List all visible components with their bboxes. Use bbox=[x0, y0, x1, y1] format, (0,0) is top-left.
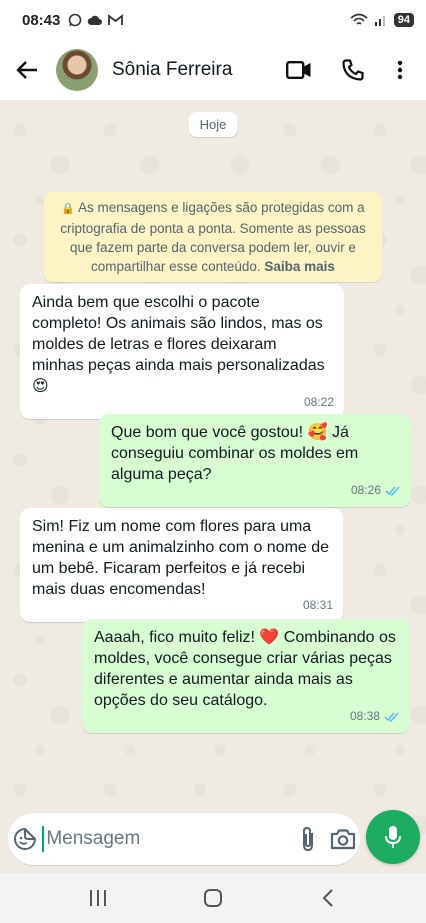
message-text: Aaaah, fico muito feliz! ❤️ Combinando o… bbox=[94, 629, 396, 709]
notification-icons bbox=[68, 13, 124, 27]
paperclip-icon bbox=[303, 826, 314, 852]
camera-icon bbox=[330, 829, 355, 850]
arrow-left-icon bbox=[16, 61, 37, 79]
home-icon bbox=[203, 889, 222, 907]
cloud-icon bbox=[88, 15, 103, 25]
battery-indicator: 94 bbox=[393, 13, 414, 27]
system-back-button[interactable] bbox=[298, 878, 358, 918]
message-time: 08:22 bbox=[303, 395, 334, 409]
message-bubble-outgoing[interactable]: Aaaah, fico muito feliz! ❤️ Combinando o… bbox=[82, 619, 410, 733]
home-button[interactable] bbox=[183, 878, 243, 918]
signal-icon bbox=[374, 16, 385, 26]
message-meta: 08:26 bbox=[351, 480, 401, 501]
message-time: 08:38 bbox=[349, 709, 380, 723]
header-actions bbox=[272, 40, 426, 100]
message-time: 08:26 bbox=[350, 483, 381, 497]
message-text: Sim! Fiz um nome com flores para uma men… bbox=[32, 518, 330, 598]
lock-icon: 🔒 bbox=[61, 203, 75, 215]
message-time: 08:31 bbox=[302, 598, 333, 612]
whatsapp-notification-icon bbox=[69, 13, 82, 27]
message-composer bbox=[8, 813, 360, 865]
chevron-left-icon bbox=[322, 889, 334, 907]
contact-avatar[interactable] bbox=[56, 49, 98, 91]
video-camera-icon bbox=[286, 61, 311, 79]
voice-message-button[interactable] bbox=[366, 810, 420, 864]
contact-name[interactable]: Sônia Ferreira bbox=[112, 59, 232, 81]
read-receipt-icon bbox=[385, 486, 400, 496]
message-meta: 08:38 bbox=[350, 706, 400, 727]
microphone-icon bbox=[385, 826, 401, 848]
recent-apps-icon bbox=[89, 890, 106, 906]
wifi-icon bbox=[350, 13, 368, 25]
status-time: 08:43 bbox=[22, 11, 61, 29]
message-text: Que bom que você gostou! 🥰 Já conseguiu … bbox=[111, 424, 359, 483]
learn-more-link[interactable]: Saiba mais bbox=[264, 259, 335, 274]
voice-call-button[interactable] bbox=[326, 40, 380, 100]
back-button[interactable] bbox=[2, 40, 52, 100]
message-meta: 08:22 bbox=[304, 392, 334, 413]
system-navigation-bar bbox=[0, 873, 426, 923]
more-vertical-icon bbox=[397, 60, 403, 80]
message-input[interactable] bbox=[42, 826, 292, 852]
gmail-icon bbox=[108, 14, 124, 25]
read-receipt-icon bbox=[384, 712, 399, 722]
video-call-button[interactable] bbox=[272, 40, 326, 100]
encryption-notice[interactable]: 🔒 As mensagens e ligações são protegidas… bbox=[44, 192, 382, 282]
date-chip: Hoje bbox=[188, 112, 238, 137]
message-meta: 08:31 bbox=[303, 595, 333, 616]
recent-apps-button[interactable] bbox=[68, 878, 128, 918]
more-options-button[interactable] bbox=[380, 40, 420, 100]
message-text: Ainda bem que escolhi o pacote completo!… bbox=[32, 294, 325, 395]
status-bar: 08:43 94 bbox=[0, 0, 426, 40]
phone-icon bbox=[342, 59, 364, 81]
sticker-button[interactable] bbox=[8, 813, 42, 865]
message-bubble-incoming[interactable]: Ainda bem que escolhi o pacote completo!… bbox=[20, 284, 344, 419]
attach-button[interactable] bbox=[291, 813, 325, 865]
chat-header: Sônia Ferreira bbox=[0, 40, 426, 100]
system-icons: 94 bbox=[350, 13, 414, 27]
message-bubble-incoming[interactable]: Sim! Fiz um nome com flores para uma men… bbox=[20, 508, 343, 622]
camera-button[interactable] bbox=[326, 813, 360, 865]
message-bubble-outgoing[interactable]: Que bom que você gostou! 🥰 Já conseguiu … bbox=[99, 414, 411, 507]
sticker-icon bbox=[14, 827, 37, 850]
